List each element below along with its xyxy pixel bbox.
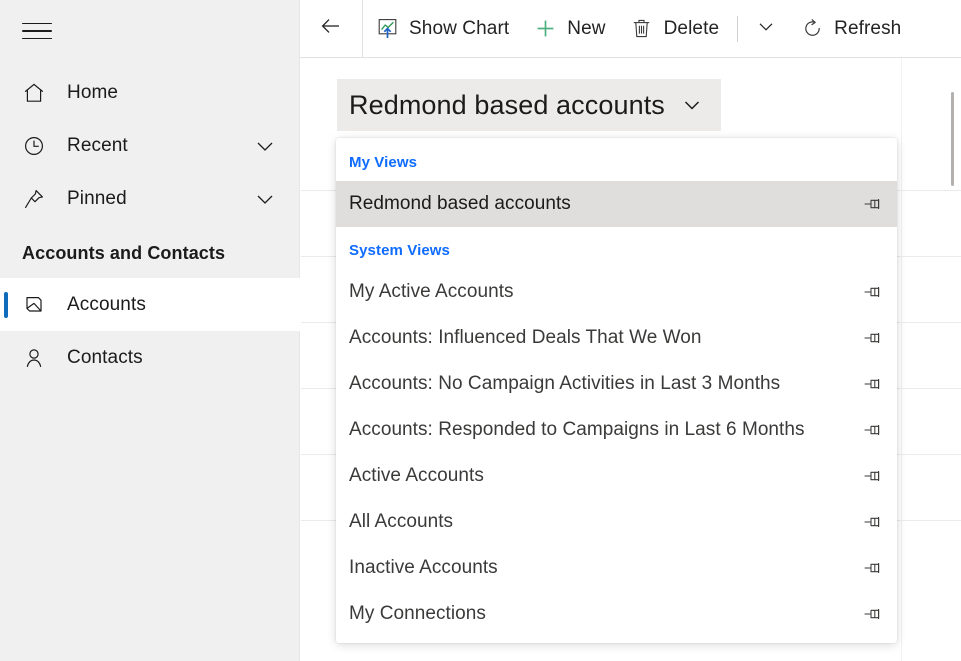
app-root: Home Recent Pinned Accounts and Contacts… xyxy=(0,0,961,661)
delete-button[interactable]: Delete xyxy=(618,0,732,57)
refresh-icon xyxy=(800,17,824,40)
pin-icon[interactable] xyxy=(859,417,885,443)
flyout-item-label: My Active Accounts xyxy=(349,281,514,302)
sidebar-item-accounts[interactable]: Accounts xyxy=(0,278,300,331)
clock-icon xyxy=(22,134,52,158)
sidebar-group-header: Accounts and Contacts xyxy=(22,243,226,263)
flyout-item-label: Accounts: No Campaign Activities in Last… xyxy=(349,373,781,394)
sidebar-item-recent[interactable]: Recent xyxy=(0,119,300,172)
flyout-item-label: Accounts: Responded to Campaigns in Last… xyxy=(349,419,805,440)
new-button[interactable]: New xyxy=(521,0,617,57)
flyout-item-my-active-accounts[interactable]: My Active Accounts xyxy=(336,269,897,315)
trash-icon xyxy=(630,17,654,40)
grid-column-separator xyxy=(901,58,902,661)
flyout-section-header-system-views: System Views xyxy=(349,242,450,259)
pin-icon[interactable] xyxy=(859,463,885,489)
sidebar: Home Recent Pinned Accounts and Contacts… xyxy=(0,0,300,661)
flyout-item-redmond-based-accounts[interactable]: Redmond based accounts xyxy=(336,181,897,227)
command-bar-inline-divider xyxy=(737,15,739,42)
plus-icon xyxy=(533,17,557,40)
hamburger-menu-icon[interactable] xyxy=(20,18,54,44)
show-chart-button[interactable]: Show Chart xyxy=(363,0,521,57)
flyout-item-label: Inactive Accounts xyxy=(349,557,498,578)
flyout-item-accounts-no-campaign-activities-in-last-3-months[interactable]: Accounts: No Campaign Activities in Last… xyxy=(336,361,897,407)
hamburger-line xyxy=(22,37,52,40)
home-icon xyxy=(22,81,52,105)
contact-person-icon xyxy=(22,346,52,370)
flyout-item-accounts-influenced-deals-that-we-won[interactable]: Accounts: Influenced Deals That We Won xyxy=(336,315,897,361)
flyout-item-my-connections[interactable]: My Connections xyxy=(336,591,897,637)
show-chart-label: Show Chart xyxy=(409,17,510,39)
refresh-button[interactable]: Refresh xyxy=(788,0,913,57)
sidebar-nav-list: Home Recent Pinned Accounts and Contacts… xyxy=(0,66,300,384)
sidebar-item-label: Pinned xyxy=(67,187,127,209)
flyout-item-label: Accounts: Influenced Deals That We Won xyxy=(349,327,702,348)
chevron-down-icon[interactable] xyxy=(252,133,278,159)
pin-icon[interactable] xyxy=(859,509,885,535)
sidebar-item-label: Contacts xyxy=(67,346,143,368)
new-label: New xyxy=(567,17,606,39)
pin-icon[interactable] xyxy=(859,555,885,581)
sidebar-item-home[interactable]: Home xyxy=(0,66,300,119)
flyout-item-label: All Accounts xyxy=(349,511,454,532)
flyout-section-header-my-views: My Views xyxy=(349,154,418,171)
flyout-item-inactive-accounts[interactable]: Inactive Accounts xyxy=(336,545,897,591)
chevron-down-icon xyxy=(679,92,705,118)
pin-icon[interactable] xyxy=(859,601,885,627)
delete-label: Delete xyxy=(663,17,720,39)
view-selector-title: Redmond based accounts xyxy=(349,89,665,120)
hamburger-line xyxy=(22,22,52,25)
sidebar-item-contacts[interactable]: Contacts xyxy=(0,331,300,384)
pin-icon xyxy=(22,187,52,211)
hamburger-line xyxy=(22,30,52,32)
back-button[interactable] xyxy=(300,0,362,57)
overflow-commands-button[interactable] xyxy=(744,0,788,57)
flyout-item-all-accounts[interactable]: All Accounts xyxy=(336,499,897,545)
flyout-item-label: My Connections xyxy=(349,603,486,624)
accounts-icon xyxy=(22,293,52,317)
view-selector-button[interactable]: Redmond based accounts xyxy=(337,79,721,131)
arrow-left-icon xyxy=(317,12,345,45)
show-chart-icon xyxy=(375,17,399,40)
grid-scrollbar-thumb[interactable] xyxy=(951,92,954,186)
refresh-label: Refresh xyxy=(834,17,902,39)
chevron-down-icon[interactable] xyxy=(252,186,278,212)
flyout-item-label: Active Accounts xyxy=(349,465,484,486)
sidebar-item-label: Recent xyxy=(67,134,128,156)
view-selector-flyout: My Views Redmond based accounts System V… xyxy=(336,138,897,643)
sidebar-item-label: Home xyxy=(67,81,119,103)
pin-icon[interactable] xyxy=(859,279,885,305)
flyout-item-accounts-responded-to-campaigns-in-last-6-months[interactable]: Accounts: Responded to Campaigns in Last… xyxy=(336,407,897,453)
flyout-item-label: Redmond based accounts xyxy=(349,193,571,214)
flyout-item-active-accounts[interactable]: Active Accounts xyxy=(336,453,897,499)
chevron-down-icon xyxy=(754,14,778,43)
pin-icon[interactable] xyxy=(859,325,885,351)
command-bar: Show Chart New Delete Refresh xyxy=(300,0,961,58)
pin-icon[interactable] xyxy=(859,371,885,397)
sidebar-item-label: Accounts xyxy=(67,293,146,315)
pin-icon[interactable] xyxy=(859,191,885,217)
sidebar-item-pinned[interactable]: Pinned xyxy=(0,172,300,225)
